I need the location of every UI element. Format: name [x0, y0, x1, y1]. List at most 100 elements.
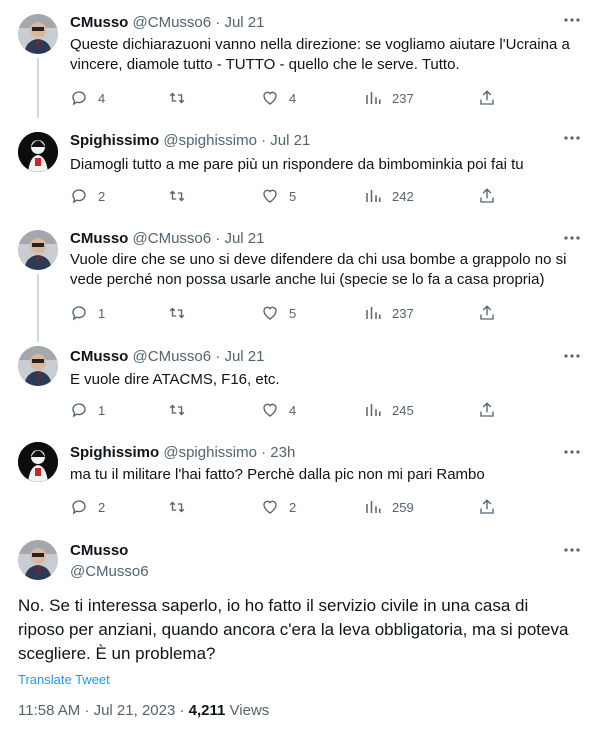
share-icon [480, 90, 494, 105]
author-name[interactable]: CMusso [70, 230, 128, 247]
avatar[interactable] [18, 442, 58, 482]
like-button[interactable]: 5 [261, 186, 296, 206]
more-options-icon[interactable] [562, 230, 582, 246]
share-button[interactable] [478, 88, 496, 108]
reply-icon [72, 500, 86, 515]
retweet-button[interactable] [168, 303, 196, 323]
tweet-header: Spighissimo @spighissimo · Jul 21 [70, 132, 310, 149]
more-options-icon[interactable] [562, 444, 582, 460]
share-icon [480, 499, 494, 514]
main-tweet: CMusso @CMusso6 No. Se ti interessa sape… [0, 530, 596, 737]
share-button[interactable] [478, 186, 496, 206]
author-handle[interactable]: @CMusso6 [70, 563, 149, 580]
author-handle[interactable]: @CMusso6 [133, 348, 212, 365]
views-chart-icon [366, 404, 381, 416]
heart-icon [263, 500, 277, 514]
author-handle[interactable]: @spighissimo [163, 132, 257, 149]
author-name[interactable]: Spighissimo [70, 444, 159, 461]
tweet[interactable]: CMusso @CMusso6 · Jul 21 Queste dichiara… [0, 0, 596, 118]
reply-icon [72, 91, 86, 106]
views-count: 245 [392, 402, 414, 418]
more-options-icon[interactable] [562, 348, 582, 364]
views-button[interactable]: 259 [364, 497, 414, 517]
retweet-button[interactable] [168, 497, 196, 517]
tweet-time[interactable]: · Jul 21 [215, 348, 264, 365]
views-count: 242 [392, 188, 414, 204]
reply-count: 1 [98, 402, 106, 418]
tweet-actions: 2 5 242 [70, 186, 500, 206]
avatar-photo-icon [18, 230, 58, 270]
tweet-time[interactable]: · Jul 21 [215, 14, 264, 31]
share-button[interactable] [478, 497, 496, 517]
heart-icon [263, 403, 277, 417]
like-button[interactable]: 5 [261, 303, 296, 323]
reply-button[interactable]: 4 [70, 88, 105, 108]
views-button[interactable]: 237 [364, 303, 414, 323]
tweet-time[interactable]: · Jul 21 [215, 230, 264, 247]
views-button[interactable]: 242 [364, 186, 414, 206]
like-button[interactable]: 2 [261, 497, 296, 517]
author-name[interactable]: CMusso [70, 348, 128, 365]
avatar-photo-icon [18, 14, 58, 54]
translate-tweet-link[interactable]: Translate Tweet [18, 672, 110, 687]
author-handle[interactable]: @CMusso6 [133, 230, 212, 247]
tweet-actions: 1 4 245 [70, 400, 500, 420]
tweet-time[interactable]: · 23h [261, 444, 295, 461]
tweet[interactable]: CMusso @CMusso6 · Jul 21 Vuole dire che … [0, 224, 596, 342]
avatar[interactable] [18, 14, 58, 54]
reply-count: 2 [98, 188, 106, 204]
author-name[interactable]: CMusso [70, 542, 128, 559]
views-button[interactable]: 245 [364, 400, 414, 420]
tweet-metadata: 11:58 AM · Jul 21, 2023 · 4,211 Views [18, 702, 269, 719]
author-name[interactable]: CMusso [70, 14, 128, 31]
tweet-time[interactable]: · Jul 21 [261, 132, 310, 149]
heart-icon [263, 306, 277, 320]
reply-button[interactable]: 2 [70, 497, 105, 517]
retweet-button[interactable] [168, 88, 196, 108]
tweet[interactable]: Spighissimo @spighissimo · 23h ma tu il … [0, 434, 596, 532]
share-icon [480, 402, 494, 417]
more-options-icon[interactable] [562, 130, 582, 146]
views-button[interactable]: 237 [364, 88, 414, 108]
share-button[interactable] [478, 303, 496, 323]
tweet-text: Diamogli tutto a me pare più un risponde… [70, 156, 524, 173]
retweet-button[interactable] [168, 186, 196, 206]
tweet[interactable]: Spighissimo @spighissimo · Jul 21 Diamog… [0, 118, 596, 226]
tweet-header: CMusso @CMusso6 · Jul 21 [70, 230, 264, 247]
retweet-icon [169, 190, 185, 202]
avatar[interactable] [18, 540, 58, 580]
reply-count: 4 [98, 90, 106, 106]
share-button[interactable] [478, 400, 496, 420]
tweet-timestamp[interactable]: 11:58 AM · Jul 21, 2023 · [18, 702, 189, 719]
avatar[interactable] [18, 346, 58, 386]
views-total: 4,211 [188, 702, 226, 719]
views-count: 259 [392, 499, 414, 515]
reply-count: 1 [98, 305, 106, 321]
reply-button[interactable]: 2 [70, 186, 105, 206]
views-chart-icon [366, 307, 381, 319]
retweet-icon [169, 404, 185, 416]
avatar[interactable] [18, 230, 58, 270]
reply-icon [72, 403, 86, 418]
more-options-icon[interactable] [562, 12, 582, 28]
more-options-icon[interactable] [562, 542, 582, 558]
tweet-header: CMusso @CMusso6 · Jul 21 [70, 14, 264, 31]
author-handle[interactable]: @spighissimo [163, 444, 257, 461]
reply-button[interactable]: 1 [70, 303, 105, 323]
author-name[interactable]: Spighissimo [70, 132, 159, 149]
retweet-button[interactable] [168, 400, 196, 420]
author-handle[interactable]: @CMusso6 [133, 14, 212, 31]
thread-line [37, 58, 39, 118]
like-button[interactable]: 4 [261, 400, 296, 420]
like-button[interactable]: 4 [261, 88, 296, 108]
main-tweet-text: No. Se ti interessa saperlo, io ho fatto… [18, 596, 569, 663]
tweet-header: CMusso @CMusso6 · Jul 21 [70, 348, 264, 365]
avatar[interactable] [18, 132, 58, 172]
like-count: 2 [289, 499, 297, 515]
reply-button[interactable]: 1 [70, 400, 105, 420]
heart-icon [263, 91, 277, 105]
views-count: 237 [392, 305, 414, 321]
avatar-photo-icon [18, 540, 58, 580]
tweet-actions: 4 4 237 [70, 88, 500, 108]
tweet[interactable]: CMusso @CMusso6 · Jul 21 E vuole dire AT… [0, 342, 596, 434]
